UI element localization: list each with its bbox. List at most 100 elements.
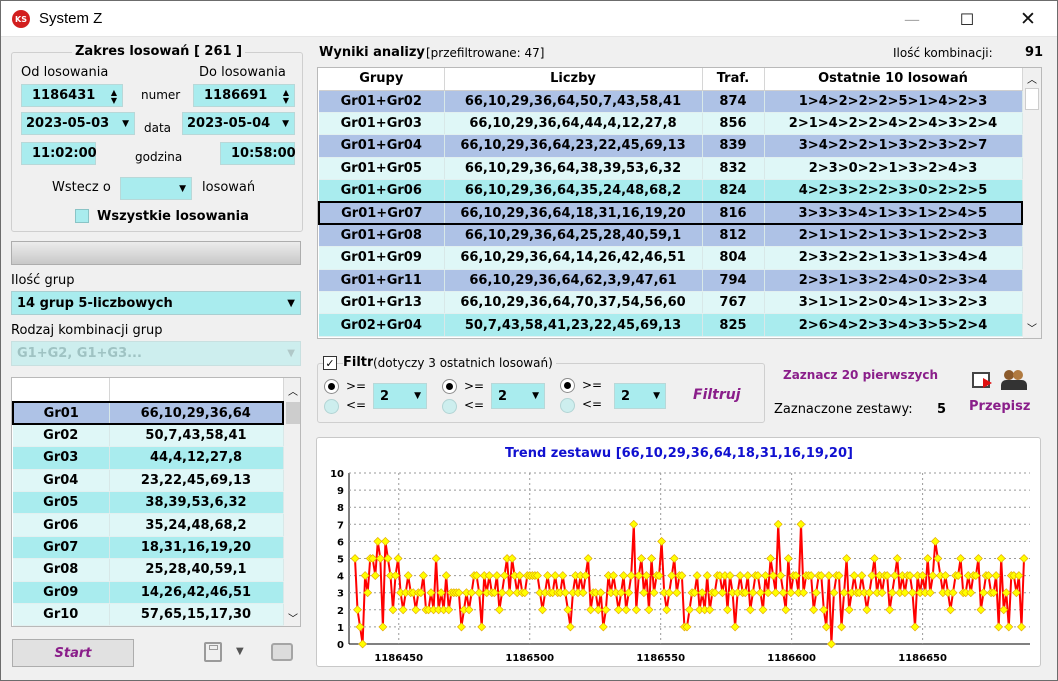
groups-row[interactable]: Gr09 14,26,42,46,51 <box>13 581 284 605</box>
start-button[interactable]: Start <box>12 639 134 667</box>
groups-scrollbar[interactable]: ︿ ﹀ <box>284 378 300 626</box>
copy-doc-icon[interactable] <box>972 372 992 388</box>
group-numbers-cell: 44,4,12,27,8 <box>109 446 284 470</box>
save-dropdown-icon[interactable]: ▼ <box>236 646 244 657</box>
groups-row[interactable]: Gr04 23,22,45,69,13 <box>13 469 284 493</box>
close-button[interactable]: ✕ <box>1005 1 1051 37</box>
data-point <box>702 571 712 581</box>
header-last-draws[interactable]: Ostatnie 10 losowań <box>764 68 1023 91</box>
to-time-field[interactable]: 10:58:00 <box>220 142 296 165</box>
results-row[interactable]: Gr01+Gr07 66,10,29,36,64,18,31,16,19,20 81… <box>318 200 1023 226</box>
dropdown-arrow-icon[interactable]: ▼ <box>653 391 660 401</box>
groups-row[interactable]: Gr10 57,65,15,17,30 <box>13 603 284 626</box>
groups-row[interactable]: Gr06 35,24,48,68,2 <box>13 513 284 537</box>
row-groups-cell: Gr01+Gr07 <box>318 200 445 226</box>
scroll-thumb[interactable] <box>286 402 300 424</box>
data-point <box>930 536 940 546</box>
mark-first-20-button[interactable]: Zaznacz 20 pierwszych <box>783 368 938 382</box>
results-scrollbar[interactable]: ︿ ﹀ <box>1023 68 1041 338</box>
dropdown-arrow-icon[interactable]: ▼ <box>122 119 129 129</box>
groups-row[interactable]: Gr08 25,28,40,59,1 <box>13 558 284 582</box>
combo-type-select[interactable]: G1+G2, G1+G3... ▼ <box>11 341 301 366</box>
y-tick-label: 5 <box>337 555 344 566</box>
results-row[interactable]: Gr01+Gr04 66,10,29,36,64,23,22,45,69,13 83… <box>319 134 1023 158</box>
row-numbers-cell: 66,10,29,36,64,14,26,42,46,51 <box>444 246 703 270</box>
data-point <box>636 554 646 563</box>
from-date-picker[interactable]: 2023-05-03 ▼ <box>21 112 135 135</box>
results-table-header: Grupy Liczby Traf. Ostatnie 10 losowań <box>319 68 1023 91</box>
data-point <box>418 571 428 581</box>
data-point <box>973 554 983 563</box>
spinner-arrows-icon[interactable]: ▲ ▼ <box>111 89 117 105</box>
dropdown-arrow-icon[interactable]: ▼ <box>179 184 186 194</box>
from-time-field[interactable]: 11:02:00 <box>21 142 97 165</box>
to-number-value: 1186691 <box>204 88 268 103</box>
to-number-spinner[interactable]: 1186691 ▲ ▼ <box>193 84 295 107</box>
filter3-select[interactable]: 2 ▼ <box>614 383 666 409</box>
results-row[interactable]: Gr01+Gr11 66,10,29,36,64,62,3,9,47,61 794 2… <box>319 269 1023 293</box>
dropdown-arrow-icon[interactable]: ▼ <box>414 391 421 401</box>
filter-apply-button[interactable]: Filtruj <box>693 387 741 403</box>
filter1-le-label: <= <box>346 398 367 412</box>
filter-checkbox[interactable]: ✓ <box>323 356 337 370</box>
header-groups[interactable]: Grupy <box>319 68 445 91</box>
row-groups-cell: Gr01+Gr11 <box>319 269 445 293</box>
groups-row[interactable]: Gr02 50,7,43,58,41 <box>13 424 284 448</box>
scroll-down-icon[interactable]: ﹀ <box>1027 320 1037 335</box>
combinations-count: 91 <box>1025 45 1044 60</box>
back-select[interactable]: ▼ <box>120 177 192 200</box>
groups-row[interactable]: Gr01 66,10,29,36,64 <box>12 400 284 426</box>
filter3-ge-radio[interactable] <box>560 378 575 393</box>
from-number-spinner[interactable]: 1186431 ▲ ▼ <box>21 84 123 107</box>
results-row[interactable]: Gr01+Gr13 66,10,29,36,64,70,37,54,56,60 76… <box>319 291 1023 315</box>
data-point <box>538 605 547 615</box>
dropdown-arrow-icon[interactable]: ▼ <box>287 298 295 309</box>
results-row[interactable]: Gr01+Gr02 66,10,29,36,64,50,7,43,58,41 874… <box>319 90 1023 113</box>
results-row[interactable]: Gr01+Gr05 66,10,29,36,64,38,39,53,6,32 832… <box>319 157 1023 181</box>
filter1-select[interactable]: 2 ▼ <box>373 383 427 409</box>
filter1-le-radio[interactable] <box>324 399 339 414</box>
row-last-draws-cell: 2>6>4>2>3>4>3>5>2>4 <box>764 313 1023 337</box>
groups-row[interactable]: Gr05 38,39,53,6,32 <box>13 491 284 515</box>
save-icon[interactable] <box>204 642 222 662</box>
results-row[interactable]: Gr02+Gr04 50,7,43,58,41,23,22,45,69,13 825… <box>319 313 1023 337</box>
data-point <box>758 605 768 615</box>
spinner-arrows-icon[interactable]: ▲ ▼ <box>283 89 289 105</box>
groups-row[interactable]: Gr07 18,31,16,19,20 <box>13 536 284 560</box>
scroll-up-icon[interactable]: ︿ <box>1027 71 1037 86</box>
filter1-ge-radio[interactable] <box>324 379 339 394</box>
groups-row[interactable]: Gr03 44,4,12,27,8 <box>13 446 284 470</box>
header-hits[interactable]: Traf. <box>702 68 765 91</box>
groups-count-select[interactable]: 14 grup 5-liczbowych ▼ <box>11 291 301 315</box>
dropdown-arrow-icon[interactable]: ▼ <box>532 391 539 401</box>
results-row[interactable]: Gr01+Gr09 66,10,29,36,64,14,26,42,46,51 80… <box>319 246 1023 270</box>
from-date-value: 2023-05-03 <box>26 116 110 131</box>
dropdown-arrow-icon[interactable]: ▼ <box>287 348 295 359</box>
maximize-button[interactable]: ☐ <box>944 1 990 37</box>
scroll-thumb[interactable] <box>1025 88 1039 110</box>
data-point <box>431 554 441 563</box>
results-row[interactable]: Gr01+Gr08 66,10,29,36,64,25,28,40,59,1 812… <box>319 224 1023 248</box>
scroll-up-icon[interactable]: ︿ <box>288 383 298 398</box>
data-point <box>565 622 575 632</box>
results-row[interactable]: Gr01+Gr06 66,10,29,36,64,35,24,48,68,2 824… <box>319 179 1023 203</box>
users-icon[interactable] <box>1001 369 1027 391</box>
data-point <box>457 622 466 632</box>
filter2-le-radio[interactable] <box>442 399 457 414</box>
row-groups-cell: Gr01+Gr02 <box>319 90 445 113</box>
chart-title: Trend zestawu [66,10,29,36,64,18,31,16,1… <box>505 446 853 461</box>
results-row[interactable]: Gr01+Gr03 66,10,29,36,64,44,4,12,27,8 856 2… <box>319 112 1023 136</box>
print-icon[interactable] <box>271 643 293 661</box>
filter3-le-radio[interactable] <box>560 398 575 413</box>
row-last-draws-cell: 1>4>2>2>2>5>1>4>2>3 <box>764 90 1023 113</box>
filter2-select[interactable]: 2 ▼ <box>491 383 545 409</box>
minimize-button[interactable]: — <box>889 1 935 37</box>
all-draws-checkbox[interactable] <box>75 209 89 223</box>
filter2-ge-radio[interactable] <box>442 379 457 394</box>
to-date-picker[interactable]: 2023-05-04 ▼ <box>182 112 295 135</box>
header-numbers[interactable]: Liczby <box>444 68 703 91</box>
scroll-down-icon[interactable]: ﹀ <box>288 610 298 625</box>
copy-button[interactable]: Przepisz <box>969 399 1030 414</box>
dropdown-arrow-icon[interactable]: ▼ <box>282 119 289 129</box>
data-point <box>996 554 1006 563</box>
